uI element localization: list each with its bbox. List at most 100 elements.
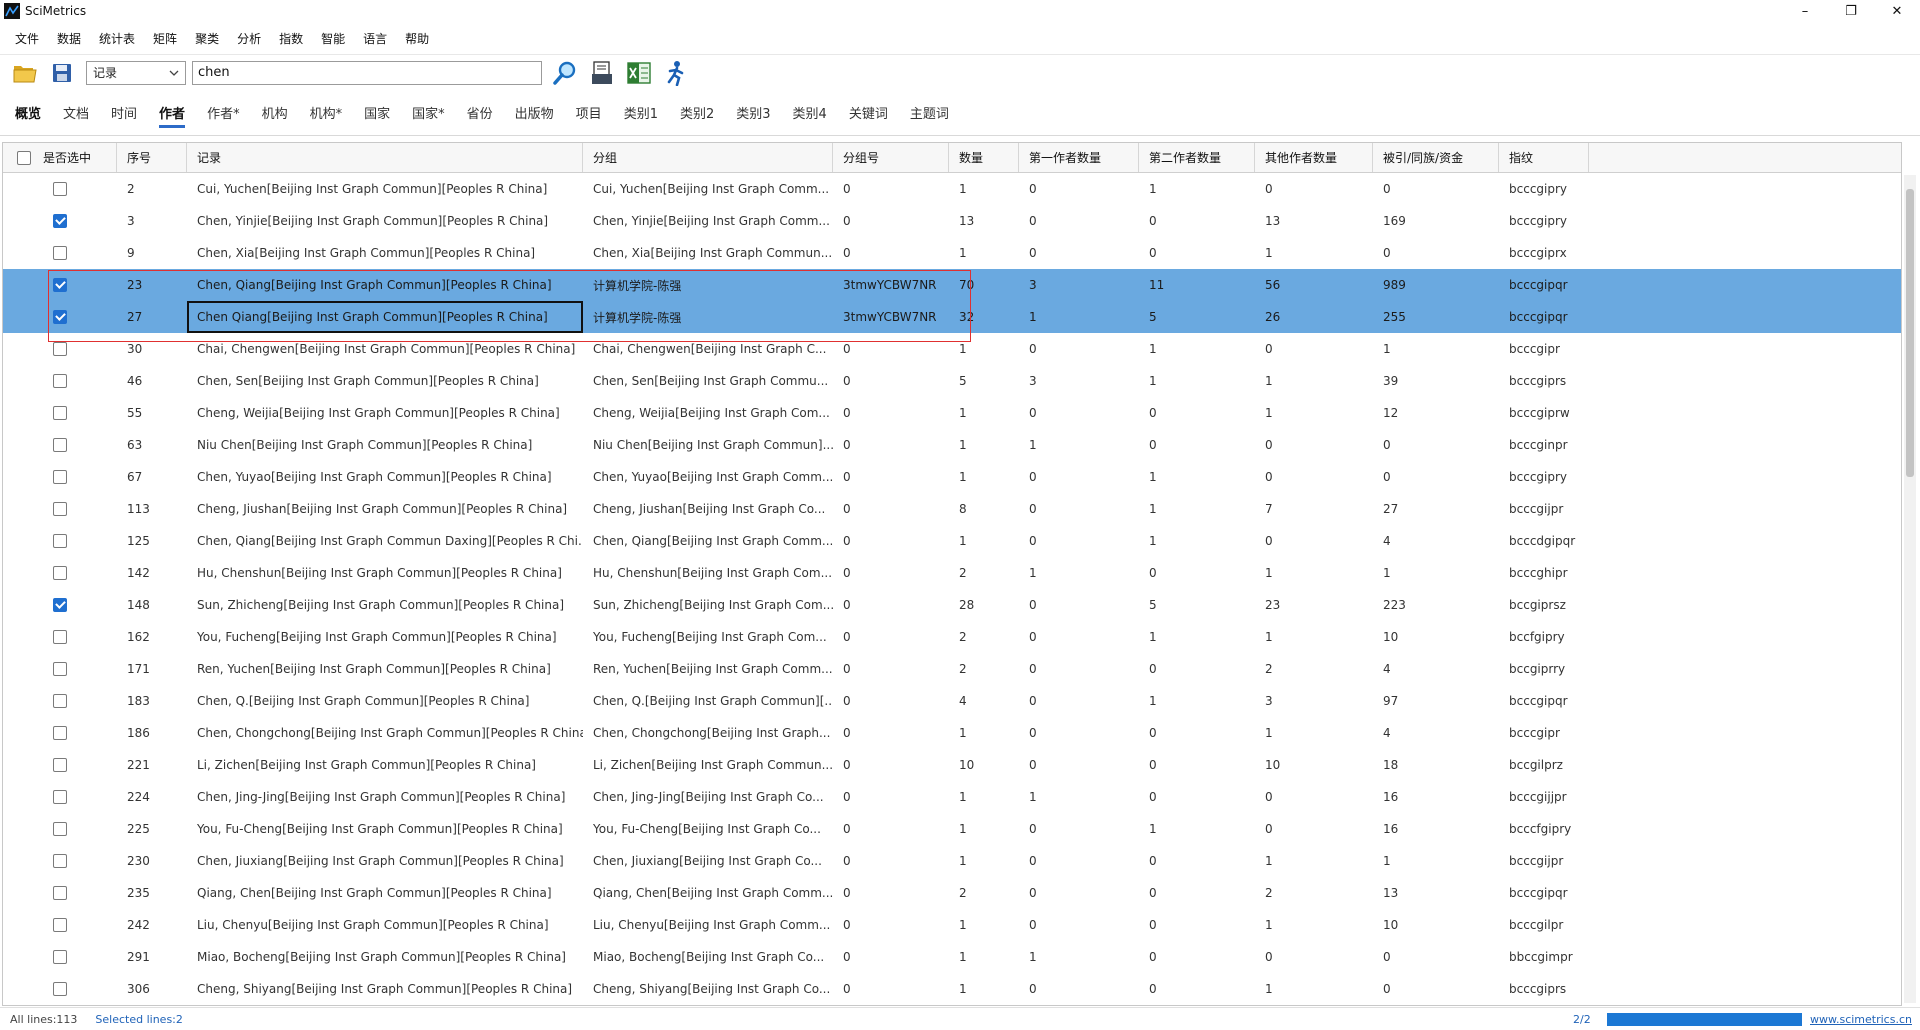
menu-stat-table[interactable]: 统计表	[90, 30, 144, 47]
index-cell[interactable]: 186	[117, 717, 187, 749]
table-row[interactable]: 67 Chen, Yuyao[Beijing Inst Graph Commun]…	[3, 461, 1901, 493]
index-cell[interactable]: 306	[117, 973, 187, 1005]
citations-cell[interactable]: 16	[1373, 781, 1499, 813]
group-cell[interactable]: Qiang, Chen[Beijing Inst Graph Comm...	[583, 877, 833, 909]
tab-publications[interactable]: 出版物	[504, 90, 565, 136]
group-cell[interactable]: Chen, Qiang[Beijing Inst Graph Comm...	[583, 525, 833, 557]
index-cell[interactable]: 230	[117, 845, 187, 877]
count-cell[interactable]: 2	[949, 653, 1019, 685]
fingerprint-cell[interactable]: bcccgipry	[1499, 205, 1589, 237]
other-author-cell[interactable]: 7	[1255, 493, 1373, 525]
fingerprint-cell[interactable]: bcccfgipry	[1499, 813, 1589, 845]
group-cell[interactable]: Cheng, Jiushan[Beijing Inst Graph Co...	[583, 493, 833, 525]
citations-cell[interactable]: 223	[1373, 589, 1499, 621]
second-author-cell[interactable]: 1	[1139, 493, 1255, 525]
table-row[interactable]: 183 Chen, Q.[Beijing Inst Graph Commun][P…	[3, 685, 1901, 717]
group-cell[interactable]: You, Fu-Cheng[Beijing Inst Graph Co...	[583, 813, 833, 845]
select-all-checkbox[interactable]	[17, 150, 31, 165]
table-row[interactable]: 162 You, Fucheng[Beijing Inst Graph Commu…	[3, 621, 1901, 653]
record-type-select[interactable]: 记录	[86, 60, 186, 85]
index-cell[interactable]: 2	[117, 173, 187, 205]
second-author-cell[interactable]: 1	[1139, 685, 1255, 717]
table-row[interactable]: 125 Chen, Qiang[Beijing Inst Graph Commun…	[3, 525, 1901, 557]
fingerprint-cell[interactable]: bccfgipry	[1499, 621, 1589, 653]
header-record[interactable]: 记录	[187, 143, 583, 172]
fingerprint-cell[interactable]: bccgilprz	[1499, 749, 1589, 781]
row-checkbox[interactable]	[53, 790, 67, 804]
run-button[interactable]	[661, 58, 691, 88]
count-cell[interactable]: 13	[949, 205, 1019, 237]
citations-cell[interactable]: 0	[1373, 173, 1499, 205]
header-other-author-count[interactable]: 其他作者数量	[1255, 143, 1373, 172]
second-author-cell[interactable]: 0	[1139, 909, 1255, 941]
record-cell[interactable]: Li, Zichen[Beijing Inst Graph Commun][Pe…	[187, 749, 583, 781]
citations-cell[interactable]: 27	[1373, 493, 1499, 525]
fingerprint-cell[interactable]: bccgiprsz	[1499, 589, 1589, 621]
group-id-cell[interactable]: 0	[833, 429, 949, 461]
citations-cell[interactable]: 13	[1373, 877, 1499, 909]
record-cell[interactable]: Chen, Jiuxiang[Beijing Inst Graph Commun…	[187, 845, 583, 877]
row-checkbox[interactable]	[53, 534, 67, 548]
group-id-cell[interactable]: 0	[833, 205, 949, 237]
second-author-cell[interactable]: 5	[1139, 589, 1255, 621]
table-row[interactable]: 142 Hu, Chenshun[Beijing Inst Graph Commu…	[3, 557, 1901, 589]
citations-cell[interactable]: 97	[1373, 685, 1499, 717]
group-cell[interactable]: Chen, Chongchong[Beijing Inst Graph...	[583, 717, 833, 749]
other-author-cell[interactable]: 1	[1255, 365, 1373, 397]
count-cell[interactable]: 1	[949, 173, 1019, 205]
other-author-cell[interactable]: 1	[1255, 557, 1373, 589]
count-cell[interactable]: 1	[949, 909, 1019, 941]
fingerprint-cell[interactable]: bcccgiprx	[1499, 237, 1589, 269]
group-cell[interactable]: Chai, Chengwen[Beijing Inst Graph C...	[583, 333, 833, 365]
count-cell[interactable]: 1	[949, 397, 1019, 429]
other-author-cell[interactable]: 1	[1255, 973, 1373, 1005]
row-checkbox[interactable]	[53, 246, 67, 260]
row-checkbox[interactable]	[53, 662, 67, 676]
count-cell[interactable]: 1	[949, 237, 1019, 269]
menu-file[interactable]: 文件	[6, 30, 48, 47]
fingerprint-cell[interactable]: bcccdgipqr	[1499, 525, 1589, 557]
count-cell[interactable]: 1	[949, 973, 1019, 1005]
header-group-id[interactable]: 分组号	[833, 143, 949, 172]
row-checkbox[interactable]	[53, 310, 67, 324]
fingerprint-cell[interactable]: bcccgipqr	[1499, 877, 1589, 909]
row-checkbox[interactable]	[53, 918, 67, 932]
count-cell[interactable]: 8	[949, 493, 1019, 525]
group-cell[interactable]: 计算机学院-陈强	[583, 269, 833, 301]
record-cell[interactable]: Chen, Qiang[Beijing Inst Graph Commun Da…	[187, 525, 583, 557]
second-author-cell[interactable]: 0	[1139, 397, 1255, 429]
second-author-cell[interactable]: 0	[1139, 205, 1255, 237]
row-checkbox[interactable]	[53, 566, 67, 580]
fingerprint-cell[interactable]: bcccgipry	[1499, 173, 1589, 205]
header-fingerprint[interactable]: 指纹	[1499, 143, 1589, 172]
index-cell[interactable]: 235	[117, 877, 187, 909]
record-cell[interactable]: Ren, Yuchen[Beijing Inst Graph Commun][P…	[187, 653, 583, 685]
tab-category2[interactable]: 类别2	[669, 90, 725, 136]
index-cell[interactable]: 23	[117, 269, 187, 301]
table-row[interactable]: 46 Chen, Sen[Beijing Inst Graph Commun][P…	[3, 365, 1901, 397]
row-checkbox[interactable]	[53, 438, 67, 452]
group-id-cell[interactable]: 0	[833, 941, 949, 973]
fingerprint-cell[interactable]: bcccgiprs	[1499, 365, 1589, 397]
header-group[interactable]: 分组	[583, 143, 833, 172]
record-cell[interactable]: You, Fucheng[Beijing Inst Graph Commun][…	[187, 621, 583, 653]
count-cell[interactable]: 2	[949, 621, 1019, 653]
row-checkbox[interactable]	[53, 694, 67, 708]
first-author-cell[interactable]: 3	[1019, 365, 1139, 397]
group-cell[interactable]: Chen, Yinjie[Beijing Inst Graph Comm...	[583, 205, 833, 237]
row-checkbox[interactable]	[53, 374, 67, 388]
group-cell[interactable]: 计算机学院-陈强	[583, 301, 833, 333]
first-author-cell[interactable]: 0	[1019, 461, 1139, 493]
citations-cell[interactable]: 18	[1373, 749, 1499, 781]
count-cell[interactable]: 28	[949, 589, 1019, 621]
table-row[interactable]: 113 Cheng, Jiushan[Beijing Inst Graph Com…	[3, 493, 1901, 525]
header-selected[interactable]: 是否选中	[3, 143, 117, 172]
first-author-cell[interactable]: 1	[1019, 941, 1139, 973]
fingerprint-cell[interactable]: bcccgipry	[1499, 461, 1589, 493]
second-author-cell[interactable]: 0	[1139, 653, 1255, 685]
menu-index[interactable]: 指数	[270, 30, 312, 47]
first-author-cell[interactable]: 0	[1019, 525, 1139, 557]
group-cell[interactable]: Chen, Sen[Beijing Inst Graph Commu...	[583, 365, 833, 397]
citations-cell[interactable]: 1	[1373, 557, 1499, 589]
tab-time[interactable]: 时间	[100, 90, 148, 136]
